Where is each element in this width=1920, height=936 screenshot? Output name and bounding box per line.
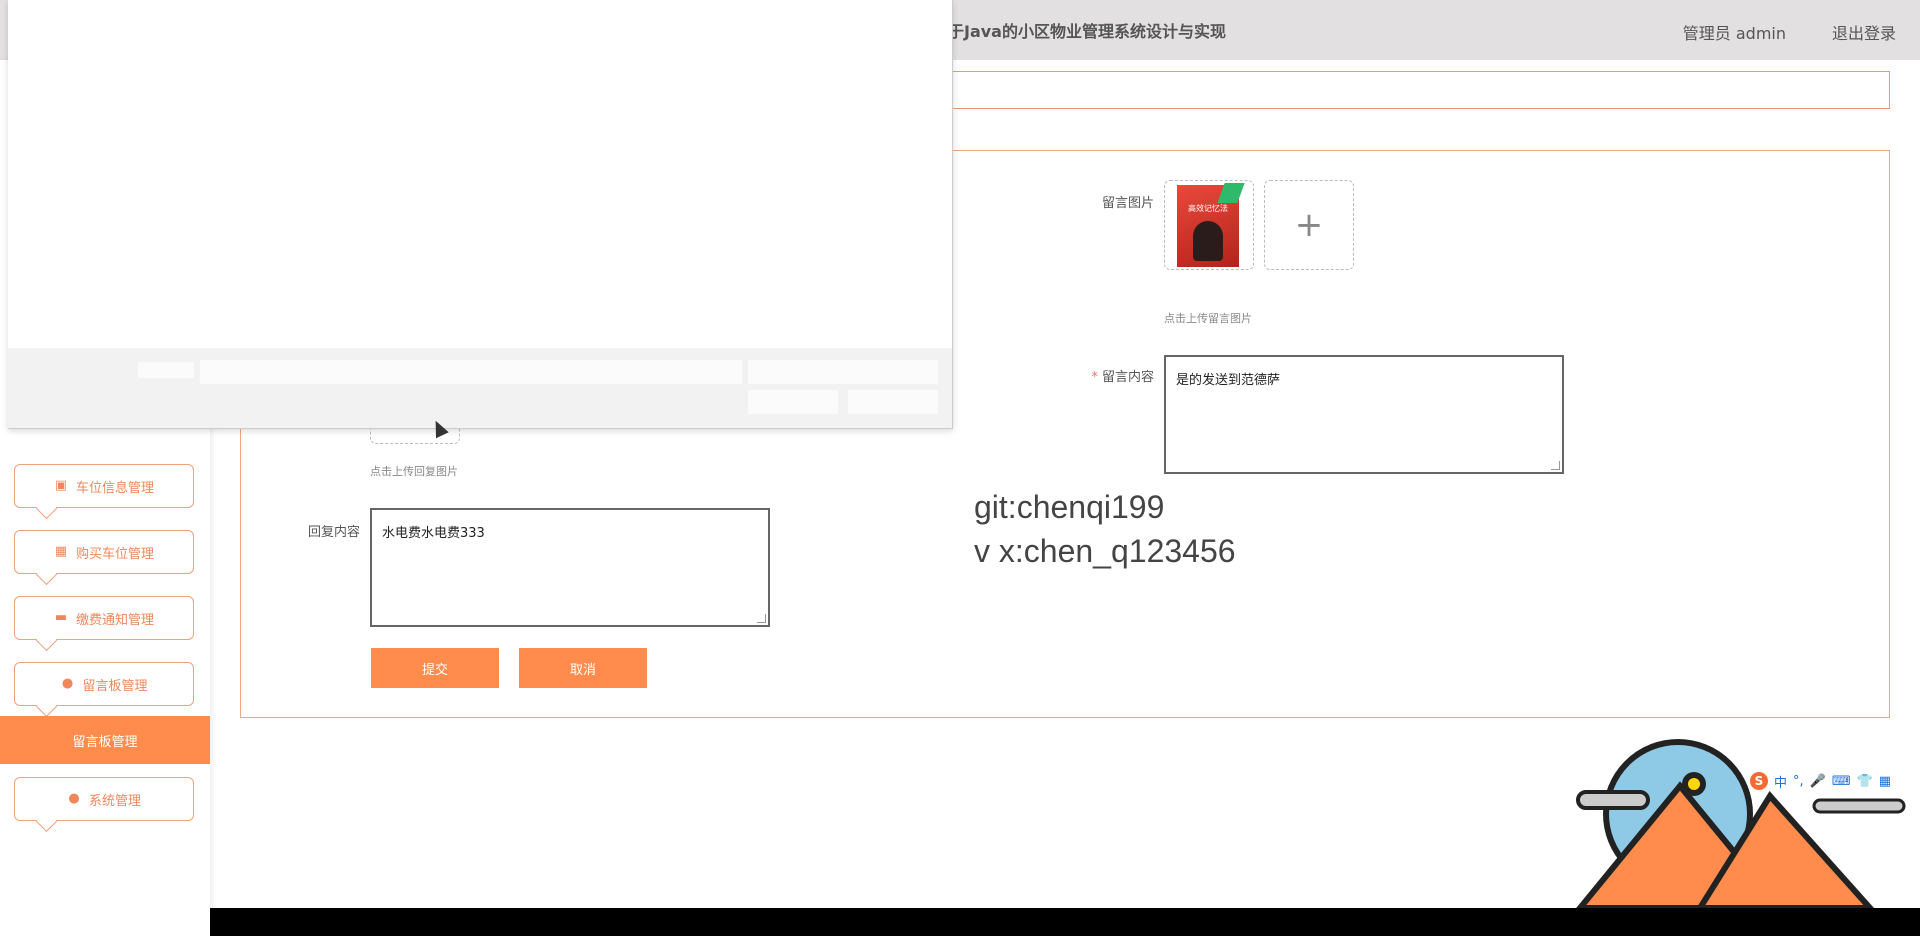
sidebar-item-label: 留言板管理 <box>82 678 148 694</box>
clipboard-icon: ▣ <box>54 478 68 493</box>
sidebar-item-label: 车位信息管理 <box>75 480 154 496</box>
cloud-icon-right <box>1812 798 1906 814</box>
book-cover-text: 高效记忆法 <box>1188 204 1228 213</box>
message-content-textarea[interactable]: 是的发送到范德萨 <box>1164 355 1564 474</box>
sidebar-item-parking-info[interactable]: ▣ 车位信息管理 <box>14 464 194 508</box>
message-image-hint: 点击上传留言图片 <box>1164 312 1252 325</box>
sidebar-item-label: 系统管理 <box>88 793 141 809</box>
mascot-eye-pupil <box>1688 778 1700 790</box>
user-icon: ● <box>68 791 80 806</box>
cancel-button[interactable]: 取消 <box>519 648 647 688</box>
add-image-button[interactable]: + <box>1264 180 1354 270</box>
sidebar-item-payment-notice[interactable]: ▬ 缴费通知管理 <box>14 596 194 640</box>
sidebar-item-system[interactable]: ● 系统管理 <box>14 777 194 821</box>
user-icon: ● <box>61 676 74 691</box>
reply-content-textarea[interactable]: 水电费水电费333 <box>370 508 770 627</box>
reply-image-hint: 点击上传回复图片 <box>370 465 458 478</box>
book-cover-image: 高效记忆法 <box>1177 183 1245 267</box>
logout-link[interactable]: 退出登录 <box>1832 20 1896 44</box>
sidebar-item-parking-purchase[interactable]: ▦ 购买车位管理 <box>14 530 194 574</box>
message-image-label: 留言图片 <box>1101 196 1154 211</box>
mascot-illustration <box>1576 739 1906 908</box>
user-label: 管理员 admin <box>1682 24 1786 43</box>
message-image-thumbnail[interactable]: 高效记忆法 <box>1164 180 1254 270</box>
sidebar-item-label: 缴费通知管理 <box>75 612 154 628</box>
watermark-line-1: git:chenqi199 <box>974 489 1165 525</box>
screen-bottom-bar <box>210 908 1920 936</box>
overlay-footer <box>8 348 952 428</box>
wallet-icon: ▬ <box>54 610 68 625</box>
page-title: 于Java的小区物业管理系统设计与实现 <box>948 22 1226 41</box>
watermark-line-2: v x:chen_q123456 <box>974 533 1236 569</box>
plus-icon: + <box>1294 205 1324 245</box>
message-content-label: * 留言内容 <box>1091 370 1154 385</box>
sidebar-subitem-message-board-active[interactable]: 留言板管理 <box>0 716 210 764</box>
overlay-window <box>8 0 953 429</box>
sidebar-item-message-board[interactable]: ● 留言板管理 <box>14 662 194 706</box>
cloud-icon <box>1576 790 1650 810</box>
sidebar-item-label: 购买车位管理 <box>75 546 154 562</box>
reply-content-label: 回复内容 <box>307 525 360 540</box>
submit-button[interactable]: 提交 <box>371 648 499 688</box>
breadcrumb <box>924 71 1890 109</box>
grid-icon: ▦ <box>54 544 68 559</box>
